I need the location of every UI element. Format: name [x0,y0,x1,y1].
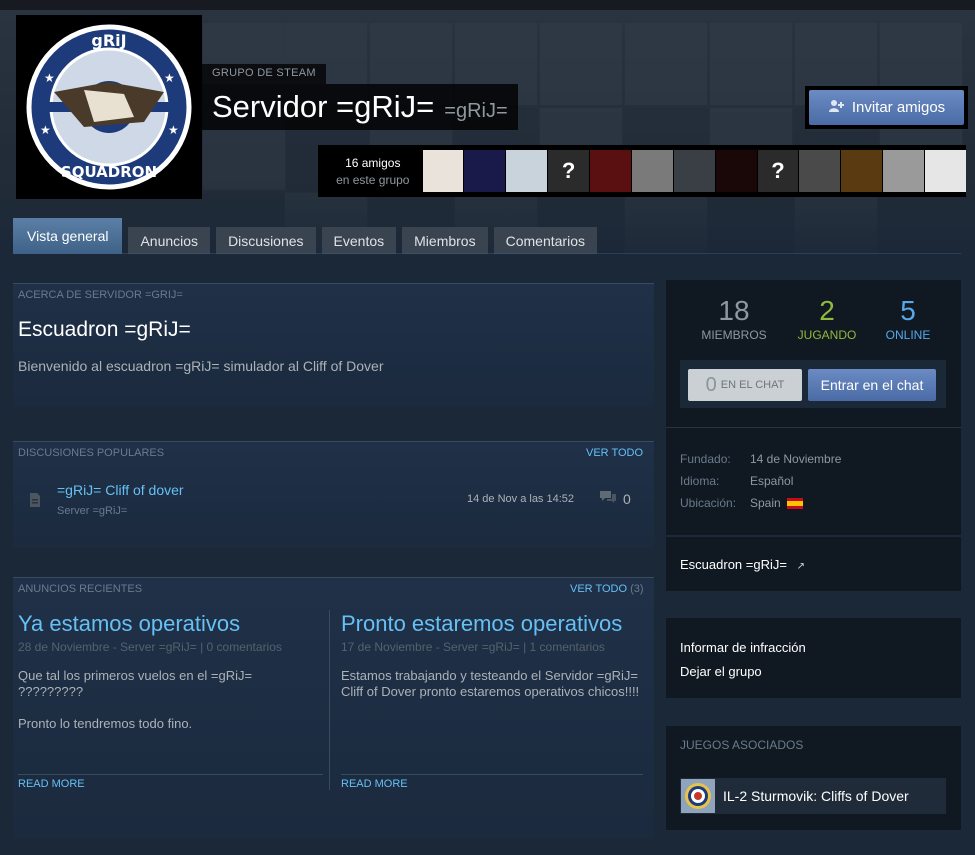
announcement-meta: 28 de Noviembre - Server =gRiJ= | 0 come… [18,640,282,654]
friend-avatar[interactable] [841,150,883,192]
discussion-comment-count: 0 [599,490,631,507]
tabs-divider [13,253,961,254]
discussions-view-all-link[interactable]: VER TODO [586,447,643,459]
friend-avatar[interactable] [506,150,548,192]
squadron-logo: gRiJ SQUADRON ★ ★ ★ ★ [26,24,192,190]
leave-group-link[interactable]: Dejar el grupo [680,664,762,679]
announcement-title[interactable]: Ya estamos operativos [18,610,318,638]
svg-text:★: ★ [168,123,179,137]
page-title: Servidor =gRiJ= [212,89,435,124]
divider [18,774,323,775]
associated-games-box: JUEGOS ASOCIADOS IL-2 Sturmovik: Cliffs … [666,726,961,830]
friend-avatar-unknown[interactable]: ? [548,150,590,192]
announcement-meta: 17 de Noviembre - Server =gRiJ= | 1 come… [341,640,605,654]
friend-avatar[interactable] [673,150,715,192]
top-bar [0,0,975,10]
friend-avatar[interactable] [883,150,925,192]
location-row: Ubicación: Spain [680,496,803,510]
svg-text:★: ★ [40,123,51,137]
group-tag: =gRiJ= [444,100,508,122]
announcement-body: Que tal los primeros vuelos en el =gRiJ=… [18,668,253,731]
announcement-title[interactable]: Pronto estaremos operativos [341,610,641,638]
language-row: Idioma: Español [680,474,794,488]
announcement-body: Estamos trabajando y testeando el Servid… [341,668,640,699]
game-name: IL-2 Sturmovik: Cliffs of Dover [723,788,909,804]
discussions-heading: DISCUSIONES POPULARES [18,447,165,459]
about-panel: ACERCA DE SERVIDOR =GRIJ= Escuadron =gRi… [13,283,654,407]
enter-chat-button[interactable]: Entrar en el chat [808,369,936,401]
announcement-item: Ya estamos operativos 28 de Noviembre - … [18,610,318,732]
announcement-item: Pronto estaremos operativos 17 de Noviem… [341,610,641,700]
tab-members[interactable]: Miembros [402,227,488,254]
discussion-row[interactable]: =gRiJ= Cliff of dover Server =gRiJ= 14 d… [27,482,637,522]
friend-avatar[interactable] [422,150,464,192]
report-abuse-link[interactable]: Informar de infracción [680,640,806,655]
roundel-icon [681,779,715,813]
tab-discussions[interactable]: Discusiones [216,227,316,254]
group-external-link[interactable]: Escuadron =gRiJ= ↗ [680,557,805,572]
tab-events[interactable]: Eventos [321,227,397,254]
svg-text:★: ★ [44,71,55,85]
svg-text:★: ★ [164,71,175,85]
external-link-icon: ↗ [796,561,805,572]
spain-flag-icon [786,498,803,510]
read-more-link[interactable]: READ MORE [18,778,85,790]
founded-row: Fundado: 14 de Noviembre [680,452,842,466]
friend-avatar[interactable] [715,150,757,192]
playing-stat[interactable]: 2 JUGANDO [788,296,866,343]
friend-avatar[interactable] [925,150,966,192]
group-title-box: Servidor =gRiJ= =gRiJ= [202,84,518,130]
online-stat[interactable]: 5 ONLINE [876,296,940,343]
column-divider [329,610,330,790]
comment-icon [599,490,617,507]
divider [341,774,643,775]
svg-text:gRiJ: gRiJ [91,31,126,50]
invite-friends-label: Invitar amigos [851,99,946,116]
chat-bar: 0 EN EL CHAT Entrar en el chat [680,360,946,408]
friend-avatar[interactable] [799,150,841,192]
invite-friends-button[interactable]: Invitar amigos [809,90,964,125]
friend-avatar[interactable] [464,150,506,192]
read-more-link[interactable]: READ MORE [341,778,408,790]
group-tabs: Vista general Anuncios Discusiones Event… [13,218,603,254]
about-heading: ACERCA DE SERVIDOR =GRIJ= [18,289,183,301]
associated-games-heading: JUEGOS ASOCIADOS [680,738,804,752]
invite-container: Invitar amigos [805,86,968,129]
game-row[interactable]: IL-2 Sturmovik: Cliffs of Dover [680,778,946,814]
friends-in-group-strip: 16 amigos en este grupo ? ? [318,145,966,197]
group-stats-box: 18 MIEMBROS 2 JUGANDO 5 ONLINE 0 EN EL C… [666,280,961,535]
tab-comments[interactable]: Comentarios [493,227,597,254]
announcements-panel: ANUNCIOS RECIENTES VER TODO (3) Ya estam… [13,577,654,839]
friends-count[interactable]: 16 amigos en este grupo [328,156,418,187]
discussion-forum: Server =gRiJ= [57,505,128,517]
group-avatar: gRiJ SQUADRON ★ ★ ★ ★ [16,15,202,199]
group-actions-box: Informar de infracción Dejar el grupo [666,618,961,698]
chat-count: 0 EN EL CHAT [688,369,802,401]
add-friend-icon [828,98,844,118]
discussion-icon [27,492,43,508]
about-title: Escuadron =gRiJ= [18,318,191,341]
tab-overview[interactable]: Vista general [13,218,123,254]
about-description: Bienvenido al escuadron =gRiJ= simulador… [18,358,384,374]
discussion-title[interactable]: =gRiJ= Cliff of dover [57,482,184,498]
group-link-box: Escuadron =gRiJ= ↗ [666,537,961,591]
group-type-label: GRUPO DE STEAM [202,64,326,84]
announcements-heading: ANUNCIOS RECIENTES [18,583,143,595]
friend-avatar[interactable] [631,150,673,192]
friend-avatar[interactable] [590,150,631,192]
tab-announcements[interactable]: Anuncios [128,227,211,254]
discussions-panel: DISCUSIONES POPULARES VER TODO =gRiJ= Cl… [13,441,654,548]
svg-text:SQUADRON: SQUADRON [61,163,157,181]
divider [666,427,961,428]
announcements-view-all-link[interactable]: VER TODO (3) [570,583,644,595]
members-stat[interactable]: 18 MIEMBROS [694,296,774,343]
friend-avatar-unknown[interactable]: ? [757,150,799,192]
discussion-date: 14 de Nov a las 14:52 [467,493,575,505]
